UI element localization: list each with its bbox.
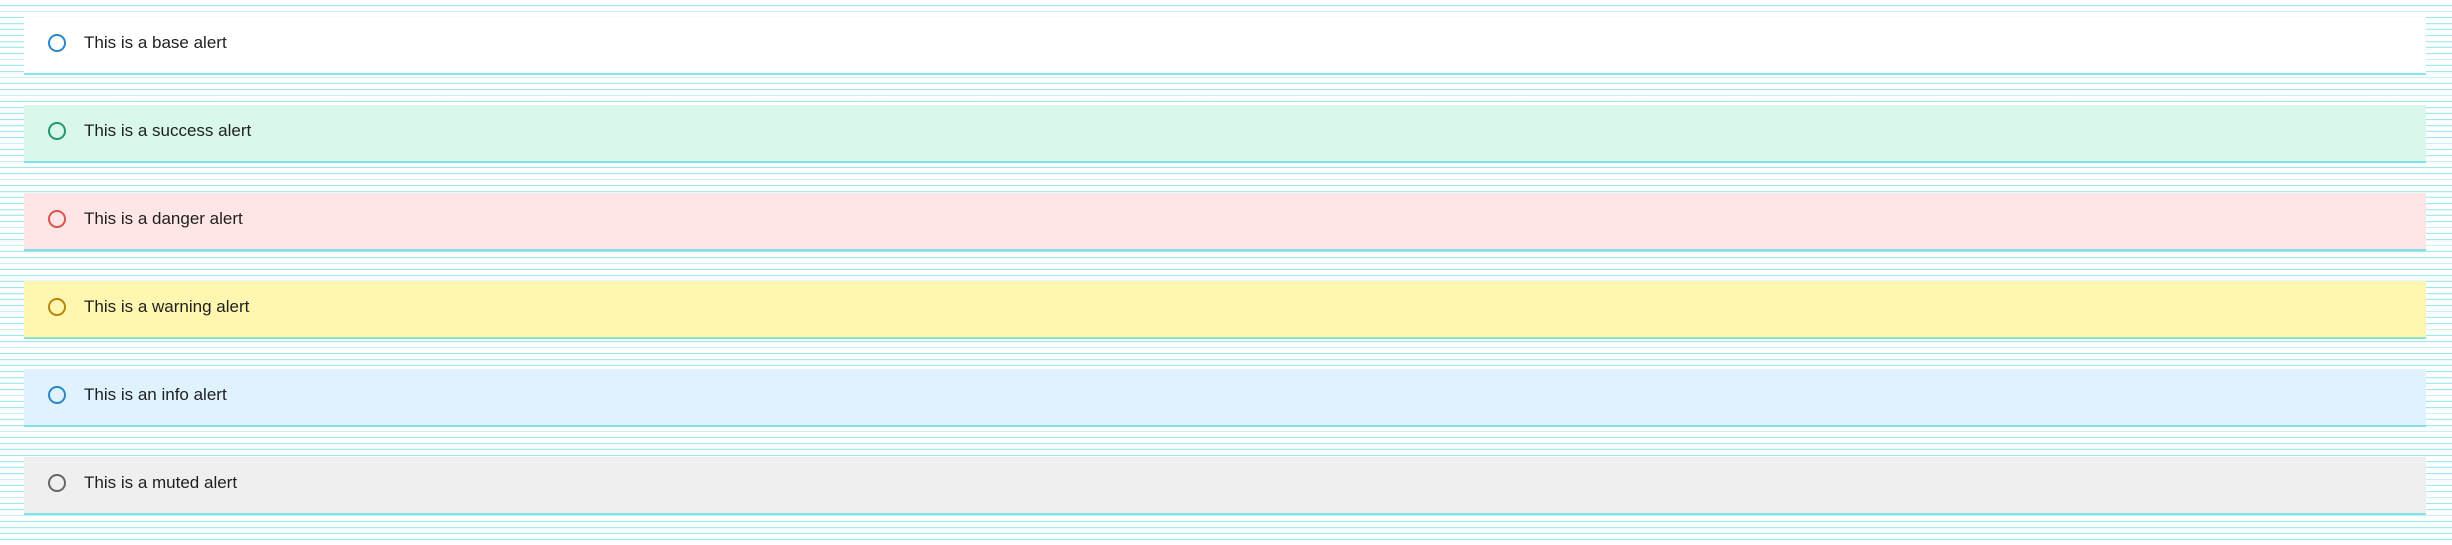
- alerts-page: { "alerts": [ {"type": "base", "text": "…: [0, 0, 2452, 544]
- alert-success: This is a success alert: [24, 105, 2426, 163]
- alert-text: This is a base alert: [84, 33, 227, 52]
- alert-warning: This is a warning alert: [24, 281, 2426, 339]
- circle-outline-icon: [48, 122, 66, 140]
- alert-text: This is a warning alert: [84, 297, 250, 316]
- circle-outline-icon: [48, 386, 66, 404]
- alert-list: This is a base alert This is a success a…: [24, 17, 2426, 545]
- circle-outline-icon: [48, 298, 66, 316]
- alert-text: This is an info alert: [84, 385, 227, 404]
- alert-text: This is a danger alert: [84, 209, 243, 228]
- alert-text: This is a muted alert: [84, 473, 238, 492]
- alert-info: This is an info alert: [24, 369, 2426, 427]
- alert-danger: This is a danger alert: [24, 193, 2426, 251]
- circle-outline-icon: [48, 34, 66, 52]
- circle-outline-icon: [48, 210, 66, 228]
- alert-muted: This is a muted alert: [24, 457, 2426, 515]
- circle-outline-icon: [48, 474, 66, 492]
- alert-base: This is a base alert: [24, 17, 2426, 75]
- alert-text: This is a success alert: [84, 121, 252, 140]
